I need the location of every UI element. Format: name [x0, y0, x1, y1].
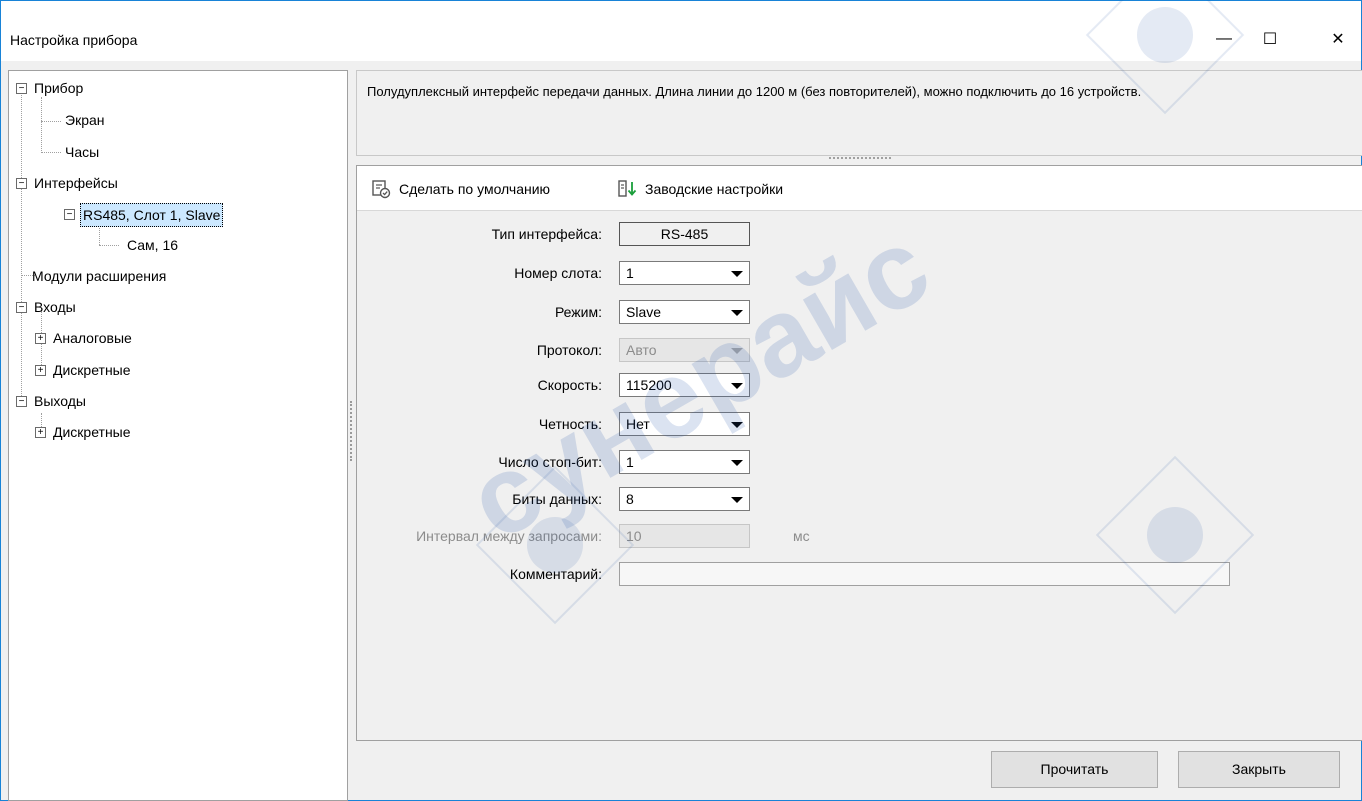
tree-item-screen[interactable]: Экран	[63, 109, 107, 131]
speed-select[interactable]: 115200	[619, 373, 750, 397]
tree-item-label: Часы	[65, 144, 100, 160]
tree-item-label: Экран	[65, 112, 105, 128]
mode-select[interactable]: Slave	[619, 300, 750, 324]
chevron-down-icon[interactable]	[731, 422, 743, 428]
minimize-icon: —	[1216, 30, 1232, 47]
factory-reset-icon	[618, 180, 637, 197]
tree-item-label: Выходы	[34, 393, 86, 409]
vertical-splitter[interactable]	[350, 401, 353, 461]
chevron-down-icon	[731, 348, 743, 354]
chevron-down-icon[interactable]	[731, 460, 743, 466]
comment-input[interactable]	[619, 562, 1230, 586]
collapse-toggle-icon[interactable]: −	[16, 302, 27, 313]
stop-bits-label: Число стоп-бит:	[498, 454, 602, 470]
settings-panel: Сделать по умолчанию Заводские настройки…	[356, 165, 1362, 741]
collapse-toggle-icon[interactable]: −	[64, 209, 75, 220]
parity-value: Нет	[626, 416, 650, 432]
maximize-button[interactable]: ☐	[1247, 19, 1293, 59]
chevron-down-icon[interactable]	[731, 383, 743, 389]
expand-toggle-icon[interactable]: +	[35, 427, 46, 438]
tree-item-label: Интерфейсы	[34, 175, 118, 191]
maximize-icon: ☐	[1262, 31, 1278, 48]
tree-item-expansion-modules[interactable]: Модули расширения	[30, 265, 168, 287]
tree-item-label: Дискретные	[53, 424, 131, 440]
slot-value: 1	[626, 265, 634, 281]
tree-connector	[41, 152, 61, 153]
tree-item-label: Входы	[34, 299, 76, 315]
protocol-label: Протокол:	[536, 342, 602, 358]
interval-value: 10	[626, 528, 642, 544]
description-text: Полудуплексный интерфейс передачи данных…	[367, 84, 1142, 99]
data-bits-select[interactable]: 8	[619, 487, 750, 511]
tree-item-label: Модули расширения	[32, 268, 167, 284]
comment-label: Комментарий:	[509, 566, 602, 582]
close-window-button[interactable]: ✕	[1315, 19, 1361, 59]
close-button[interactable]: Закрыть	[1178, 751, 1340, 788]
device-tree[interactable]: − Прибор Экран Часы − Интерфейсы − RS485…	[8, 70, 348, 801]
tree-connector	[21, 92, 22, 406]
expand-toggle-icon[interactable]: +	[35, 333, 46, 344]
factory-settings-button[interactable]: Заводские настройки	[617, 176, 783, 202]
tree-item-self[interactable]: Сам, 16	[125, 234, 180, 256]
settings-window: Настройка прибора — ☐ ✕ − Прибор Экран Ч…	[0, 0, 1362, 801]
expand-toggle-icon[interactable]: +	[35, 365, 46, 376]
window-title: Настройка прибора	[10, 32, 138, 48]
interface-type-value: RS-485	[619, 222, 750, 246]
close-icon: ✕	[1331, 31, 1345, 48]
slot-select[interactable]: 1	[619, 261, 750, 285]
set-default-button[interactable]: Сделать по умолчанию	[371, 176, 550, 202]
collapse-toggle-icon[interactable]: −	[16, 83, 27, 94]
set-default-label: Сделать по умолчанию	[399, 181, 551, 197]
tree-connector	[41, 97, 42, 151]
tree-item-label: Прибор	[34, 80, 84, 96]
set-default-icon	[372, 180, 391, 199]
interval-input: 10	[619, 524, 750, 548]
interface-type-label: Тип интерфейса:	[491, 226, 602, 242]
title-bar: Настройка прибора — ☐ ✕	[1, 1, 1361, 61]
factory-settings-label: Заводские настройки	[645, 181, 784, 197]
tree-item-label: Сам, 16	[127, 237, 179, 253]
stop-bits-select[interactable]: 1	[619, 450, 750, 474]
speed-value: 115200	[626, 377, 672, 393]
tree-item-label: Аналоговые	[53, 330, 132, 346]
tree-item-label: Дискретные	[53, 362, 131, 378]
minimize-button[interactable]: —	[1201, 19, 1247, 59]
stop-bits-value: 1	[626, 454, 634, 470]
chevron-down-icon[interactable]	[731, 497, 743, 503]
mode-label: Режим:	[554, 304, 602, 320]
slot-label: Номер слота:	[514, 265, 602, 281]
data-bits-label: Биты данных:	[512, 491, 602, 507]
protocol-value: Авто	[626, 342, 657, 358]
read-button[interactable]: Прочитать	[991, 751, 1158, 788]
toolbar: Сделать по умолчанию Заводские настройки	[357, 166, 1362, 211]
interval-unit: мс	[793, 528, 810, 544]
tree-item-label: RS485, Слот 1, Slave	[80, 203, 224, 227]
tree-item-clock[interactable]: Часы	[63, 141, 101, 163]
parity-select[interactable]: Нет	[619, 412, 750, 436]
collapse-toggle-icon[interactable]: −	[16, 396, 27, 407]
protocol-select: Авто	[619, 338, 750, 362]
chevron-down-icon[interactable]	[731, 310, 743, 316]
horizontal-splitter[interactable]	[829, 157, 891, 159]
tree-connector	[99, 245, 119, 246]
interval-label: Интервал между запросами:	[416, 528, 602, 544]
parity-label: Четность:	[538, 416, 602, 432]
chevron-down-icon[interactable]	[731, 271, 743, 277]
interface-type-text: RS-485	[660, 226, 709, 242]
data-bits-value: 8	[626, 491, 634, 507]
collapse-toggle-icon[interactable]: −	[16, 178, 27, 189]
speed-label: Скорость:	[537, 377, 602, 393]
tree-connector	[41, 121, 61, 122]
description-panel: Полудуплексный интерфейс передачи данных…	[356, 70, 1362, 156]
mode-value: Slave	[626, 304, 662, 320]
